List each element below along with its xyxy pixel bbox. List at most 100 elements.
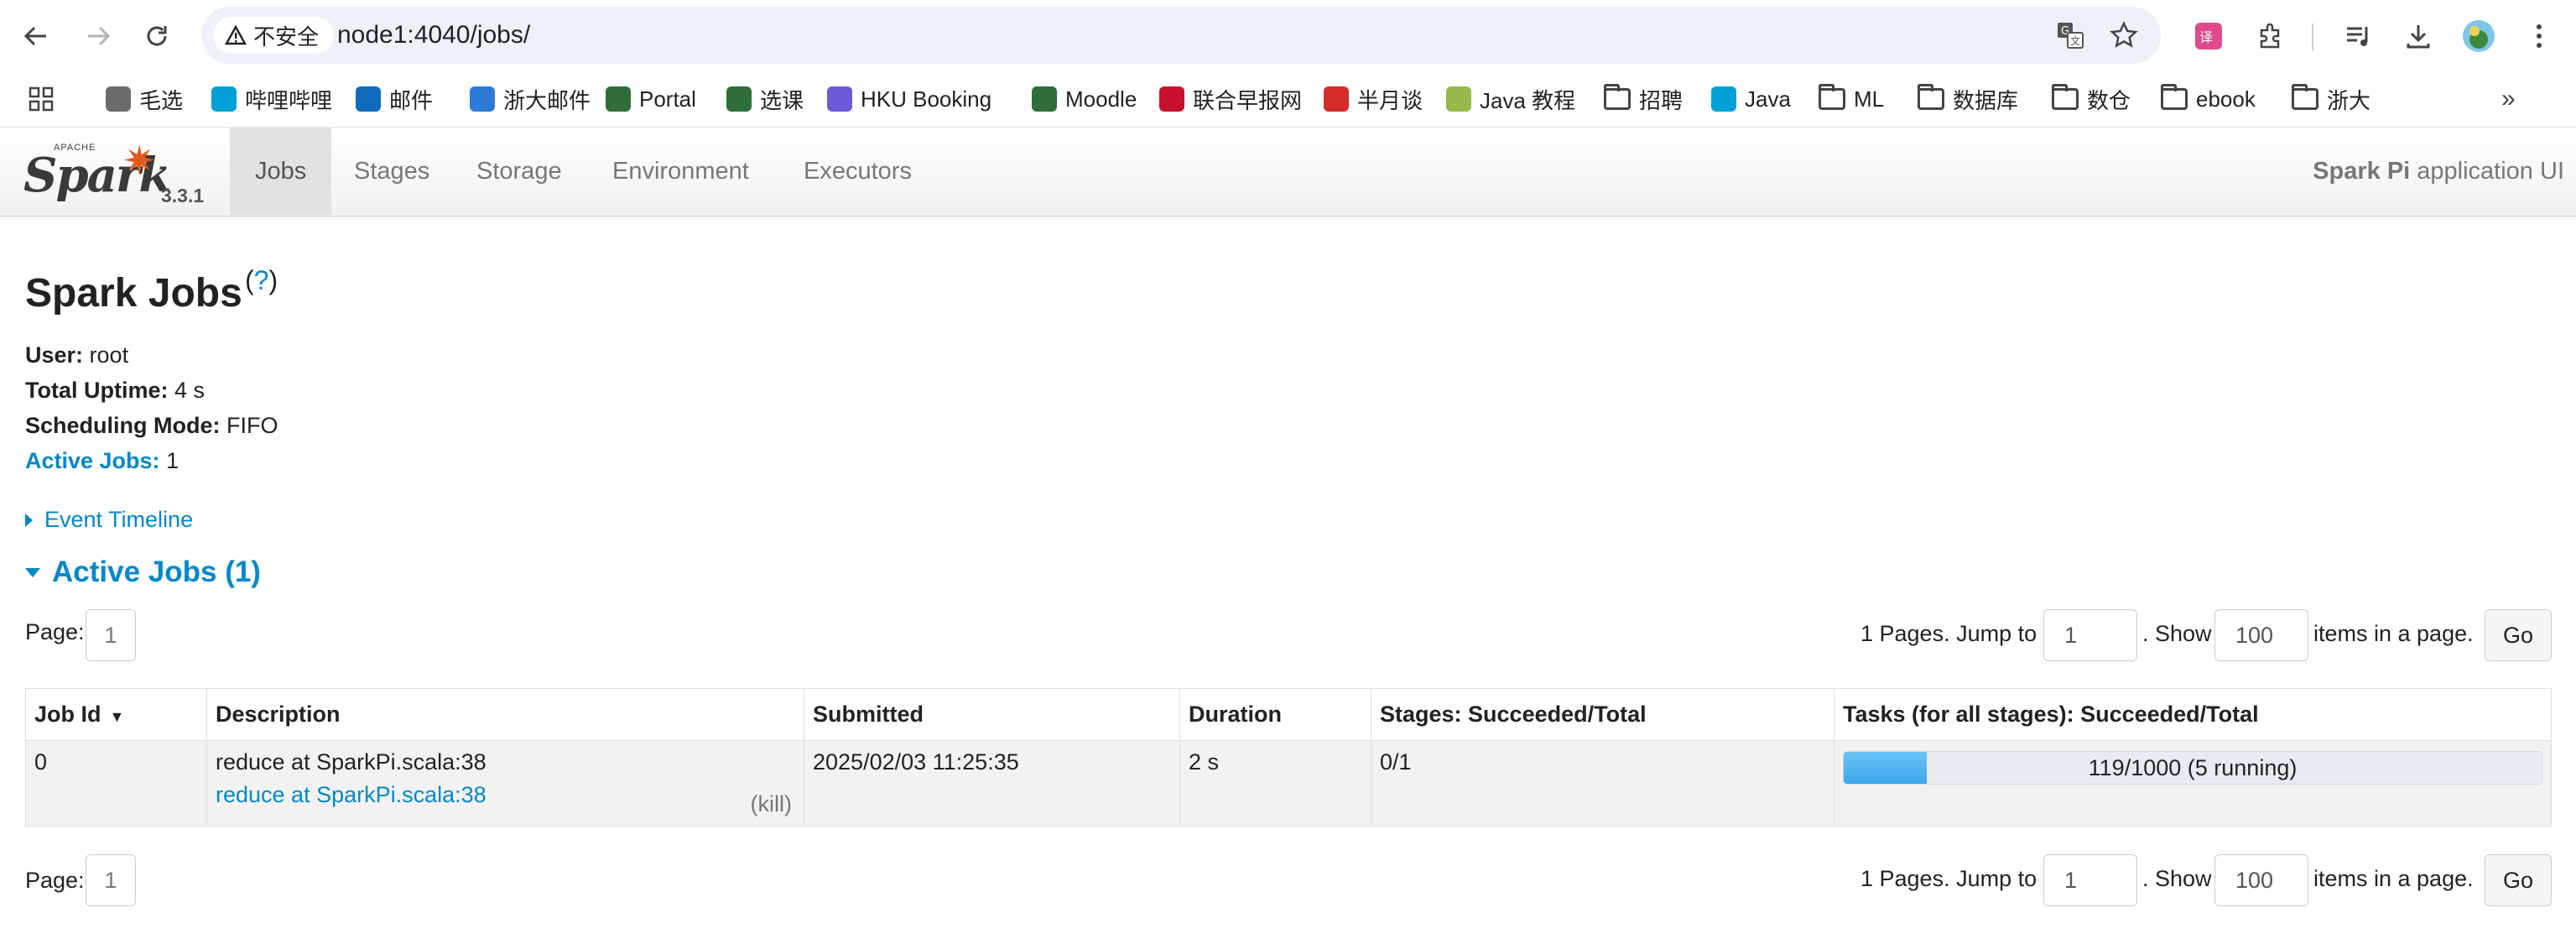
bookmark-label: 数仓 (2087, 87, 2131, 113)
reload-button[interactable] (136, 15, 178, 57)
bookmark-item[interactable]: 毛选 (106, 81, 183, 117)
bookmark-label: 邮件 (389, 87, 434, 113)
bookmark-item[interactable]: 数据库 (1918, 81, 2018, 117)
jump-page-input-bottom[interactable]: 1 (2043, 854, 2137, 906)
cell-description: reduce at SparkPi.scala:38 reduce at Spa… (206, 740, 804, 827)
profile-avatar[interactable] (2458, 15, 2500, 57)
header-duration[interactable]: Duration (1179, 688, 1371, 741)
zaobao-icon (1159, 86, 1184, 112)
items-per-page-text: items in a page. (2313, 621, 2474, 646)
bookmark-label: 浙大邮件 (503, 87, 591, 113)
apps-grid-icon[interactable] (29, 81, 54, 117)
cell-job-id[interactable]: 0 (25, 740, 207, 827)
jump-page-input[interactable]: 1 (2043, 609, 2137, 661)
sort-desc-icon: ▼ (109, 708, 125, 725)
bookmark-item[interactable]: ebook (2161, 81, 2256, 117)
bookmark-label: Java 教程 (1480, 87, 1576, 113)
folder-icon (2052, 84, 2079, 110)
bookmark-item[interactable]: ML (1819, 81, 1884, 117)
bookmark-label: 选课 (760, 87, 804, 113)
translate-icon[interactable]: G文 (2053, 18, 2087, 52)
media-queue-icon[interactable] (2337, 15, 2379, 57)
pages-jump-text-bottom: 1 Pages. Jump to (1860, 866, 2037, 891)
bookmarks-bar: 毛选 哔哩哔哩 邮件 浙大邮件 Portal 选课 HKU Booking Moodle 联合早… (0, 70, 2576, 128)
bookmark-item[interactable]: 联合早报网 (1159, 81, 1302, 117)
bookmark-label: 数据库 (1953, 87, 2019, 113)
go-button[interactable]: Go (2485, 609, 2552, 661)
spark-logo[interactable]: APACHE Spark ✷ 3.3.1 (20, 136, 213, 208)
mail-icon (470, 86, 495, 112)
bookmark-item[interactable]: Portal (606, 81, 696, 117)
bookmark-item[interactable]: Moodle (1032, 81, 1137, 117)
address-bar[interactable]: 不安全 node1:4040/jobs/ G文 (201, 7, 2161, 64)
bookmark-item[interactable]: 招聘 (1604, 81, 1683, 117)
bilibili-icon (1711, 86, 1736, 112)
photo-icon (106, 86, 131, 112)
header-stages[interactable]: Stages: Succeeded/Total (1371, 688, 1834, 741)
page-label: Page: (25, 619, 85, 644)
bookmark-star-icon[interactable] (2107, 18, 2141, 52)
forward-button[interactable] (77, 15, 119, 57)
go-button-bottom[interactable]: Go (2485, 854, 2552, 906)
bookmark-item[interactable]: 邮件 (356, 81, 433, 117)
page-size-input[interactable]: 100 (2214, 609, 2308, 661)
bookmark-item[interactable]: Java 教程 (1446, 81, 1575, 117)
translate-extension-icon[interactable]: 译 (2188, 15, 2230, 57)
header-job-id[interactable]: Job Id ▼ (25, 688, 207, 741)
items-per-page-text-bottom: items in a page. (2313, 866, 2474, 891)
arrow-right-icon (88, 26, 111, 46)
toolbar-divider (2312, 23, 2313, 50)
bookmarks-overflow-icon[interactable]: » (2501, 81, 2516, 117)
bookmark-item[interactable]: 浙大邮件 (470, 81, 591, 117)
active-jobs-section-toggle[interactable]: Active Jobs (1) (25, 556, 261, 589)
bookmark-item[interactable]: HKU Booking (827, 81, 991, 117)
active-jobs-table: Job Id ▼ Description Submitted Duration S… (25, 688, 2552, 827)
bookmark-label: ML (1854, 86, 1885, 112)
tab-jobs[interactable]: Jobs (230, 128, 332, 215)
page-number-button[interactable]: 1 (86, 609, 136, 661)
folder-icon (1604, 84, 1631, 110)
bookmark-item[interactable]: 选课 (726, 81, 804, 117)
bookmark-label: 毛选 (139, 87, 184, 113)
user-info: User: root (25, 342, 129, 368)
help-link[interactable]: (?) (245, 265, 278, 296)
header-submitted[interactable]: Submitted (804, 688, 1180, 741)
back-button[interactable] (15, 15, 57, 57)
tab-executors[interactable]: Executors (778, 128, 937, 215)
description-link[interactable]: reduce at SparkPi.scala:38 (216, 782, 795, 808)
outlook-icon (356, 86, 381, 112)
bookmark-label: 哔哩哔哩 (245, 87, 333, 113)
folder-icon (2292, 84, 2318, 110)
bookmark-item[interactable]: 哔哩哔哩 (211, 81, 332, 117)
header-description[interactable]: Description (206, 688, 804, 741)
university-crest-icon (726, 86, 752, 112)
page-label-bottom: Page: (25, 868, 85, 893)
tasks-progress-bar: 119/1000 (5 running) (1843, 751, 2542, 785)
tab-storage[interactable]: Storage (451, 128, 587, 215)
site-info-chip[interactable]: 不安全 (213, 17, 335, 54)
url-text[interactable]: node1:4040/jobs/ (337, 7, 530, 64)
bookmark-item[interactable]: 数仓 (2052, 81, 2131, 117)
university-crest-icon (1032, 86, 1057, 112)
bookmark-item[interactable]: Java (1711, 81, 1791, 117)
page-size-input-bottom[interactable]: 100 (2214, 854, 2308, 906)
tab-stages[interactable]: Stages (329, 128, 455, 215)
bookmark-item[interactable]: 浙大 (2292, 81, 2370, 117)
active-jobs-info[interactable]: Active Jobs: 1 (25, 448, 179, 474)
show-text-bottom: . Show (2142, 866, 2212, 891)
event-timeline-toggle[interactable]: Event Timeline (25, 507, 193, 533)
header-tasks[interactable]: Tasks (for all stages): Succeeded/Total (1834, 688, 2552, 741)
page-title: Spark Jobs (25, 271, 242, 316)
folder-icon (1918, 84, 1944, 110)
extensions-puzzle-icon[interactable] (2250, 15, 2292, 57)
browser-menu-icon[interactable] (2518, 15, 2560, 57)
bookmark-label: 联合早报网 (1193, 87, 1303, 113)
bookmark-label: Portal (639, 86, 696, 112)
page-number-button-bottom[interactable]: 1 (86, 854, 136, 906)
bookmark-item[interactable]: 半月谈 (1324, 81, 1423, 117)
pages-jump-text: 1 Pages. Jump to (1860, 621, 2037, 646)
tab-environment[interactable]: Environment (587, 128, 774, 215)
downloads-icon[interactable] (2397, 15, 2439, 57)
kill-link[interactable]: (kill) (751, 791, 792, 817)
arrow-left-icon (23, 26, 46, 46)
